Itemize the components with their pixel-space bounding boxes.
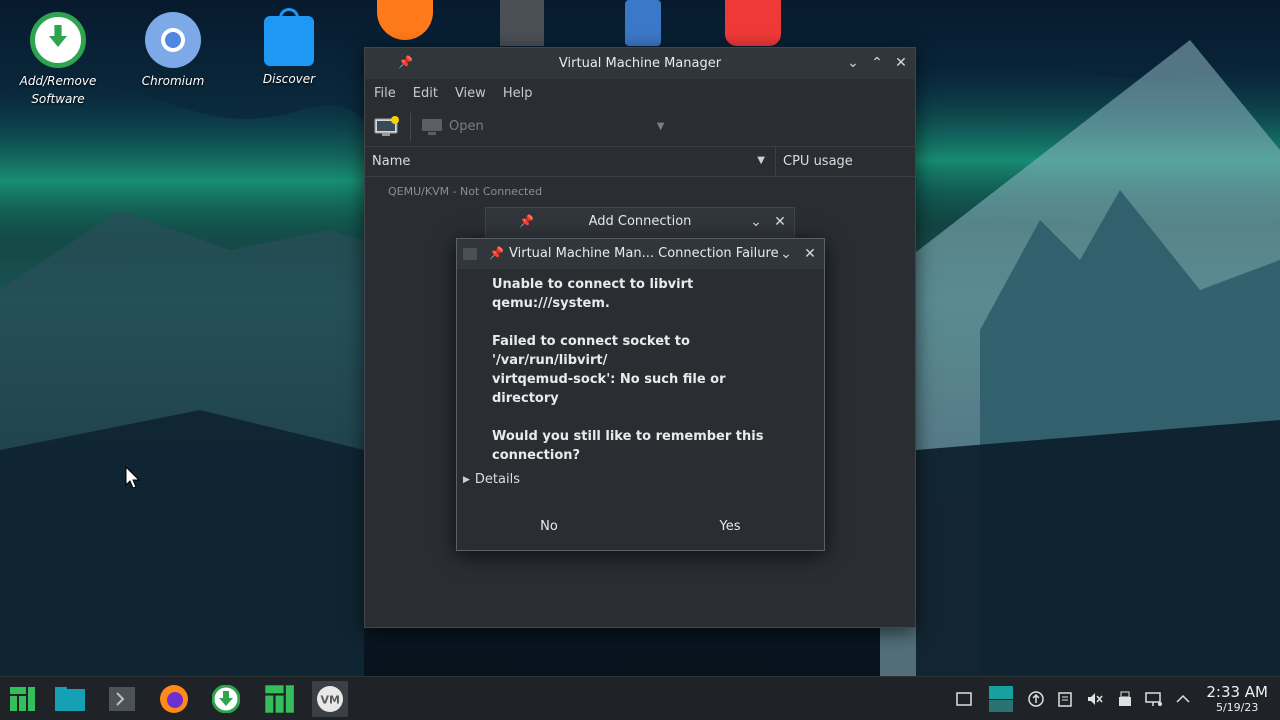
app-icon bbox=[463, 248, 477, 260]
close-button[interactable]: ✕ bbox=[799, 243, 821, 265]
new-vm-button[interactable] bbox=[374, 115, 400, 138]
add-remove-software-icon bbox=[30, 12, 86, 68]
minimize-button[interactable]: ⌄ bbox=[745, 211, 767, 233]
software-install-icon bbox=[212, 685, 240, 713]
open-button[interactable]: Open ▼ bbox=[421, 118, 664, 136]
new-vm-icon bbox=[374, 115, 399, 136]
dialog-titlebar[interactable]: 📌 Virtual Machine Man... Connection Fail… bbox=[457, 239, 824, 269]
close-button[interactable]: ✕ bbox=[769, 211, 791, 233]
taskbar-terminal[interactable] bbox=[106, 683, 138, 715]
column-cpu-usage[interactable]: CPU usage bbox=[776, 154, 853, 169]
message-line: connection? bbox=[492, 448, 581, 463]
connection-row[interactable]: QEMU/KVM - Not Connected bbox=[365, 177, 915, 198]
toolbar-separator bbox=[410, 112, 411, 141]
clock-time: 2:33 AM bbox=[1206, 683, 1268, 701]
open-dropdown-arrow-icon[interactable]: ▼ bbox=[657, 121, 665, 132]
desktop-icon-discover[interactable]: Discover bbox=[241, 0, 337, 88]
vmm-titlebar[interactable]: 📌 Virtual Machine Manager ⌄ ⌃ ✕ bbox=[365, 48, 915, 79]
folder-icon bbox=[55, 687, 85, 711]
chromium-icon bbox=[145, 12, 201, 68]
manjaro-icon bbox=[265, 685, 294, 713]
column-name[interactable]: Name ▼ bbox=[365, 154, 775, 169]
connection-failure-dialog: 📌 Virtual Machine Man... Connection Fail… bbox=[456, 238, 825, 551]
desktop-icon-label: Discover bbox=[262, 72, 316, 86]
taskbar: VM 2:33 AM 5/19/23 bbox=[0, 676, 1280, 720]
taskbar-virt-manager[interactable]: VM bbox=[312, 681, 348, 717]
desktop-icon-add-remove-software[interactable]: Add/Remove Software bbox=[10, 0, 106, 108]
vmm-title: Virtual Machine Manager bbox=[558, 56, 722, 71]
close-button[interactable]: ✕ bbox=[890, 52, 912, 74]
vm-list-header: Name ▼ CPU usage bbox=[365, 146, 915, 177]
clock-date: 5/19/23 bbox=[1215, 701, 1259, 714]
details-label: Details bbox=[474, 472, 520, 487]
manjaro-logo-icon bbox=[10, 687, 35, 711]
add-connection-window[interactable]: 📌 Add Connection ⌄ ✕ bbox=[485, 207, 795, 237]
file-desktop-icon[interactable] bbox=[500, 0, 560, 46]
menu-view[interactable]: View bbox=[455, 86, 486, 101]
usb-device-icon[interactable] bbox=[1115, 689, 1135, 709]
vivaldi-desktop-icon[interactable] bbox=[725, 0, 785, 46]
dialog-message: Unable to connect to libvirt qemu:///sys… bbox=[457, 269, 824, 465]
menu-help[interactable]: Help bbox=[503, 86, 533, 101]
message-secondary: Failed to connect socket to '/var/run/li… bbox=[492, 332, 804, 408]
chevron-up-icon[interactable] bbox=[1173, 689, 1193, 709]
yes-button[interactable]: Yes bbox=[680, 519, 780, 534]
message-question: Would you still like to remember this co… bbox=[492, 427, 804, 465]
message-line: directory bbox=[492, 391, 559, 406]
column-name-label: Name bbox=[372, 154, 411, 169]
network-icon[interactable] bbox=[1144, 689, 1164, 709]
message-line: Failed to connect socket to '/var/run/li… bbox=[492, 334, 690, 368]
dialog-title: Virtual Machine Man... Connection Failur… bbox=[509, 246, 779, 261]
minimize-button[interactable]: ⌄ bbox=[775, 243, 797, 265]
volume-muted-icon[interactable] bbox=[1085, 689, 1105, 709]
application-launcher[interactable] bbox=[6, 683, 38, 715]
firefox-icon bbox=[160, 685, 188, 713]
minimize-button[interactable]: ⌄ bbox=[842, 52, 864, 74]
discover-icon bbox=[264, 8, 314, 66]
open-label: Open bbox=[449, 119, 484, 134]
message-line: Would you still like to remember this bbox=[492, 429, 764, 444]
message-primary: Unable to connect to libvirt qemu:///sys… bbox=[492, 277, 694, 311]
desktop-icon-chromium[interactable]: Chromium bbox=[125, 0, 221, 90]
pager-icon[interactable] bbox=[988, 685, 1014, 713]
svg-text:VM: VM bbox=[321, 694, 340, 707]
taskbar-add-remove-software[interactable] bbox=[210, 683, 242, 715]
taskbar-manjaro-hello[interactable] bbox=[262, 682, 296, 716]
expand-triangle-icon: ▶ bbox=[463, 474, 470, 485]
message-line: virtqemud-sock': No such file or bbox=[492, 372, 726, 387]
taskbar-file-manager[interactable] bbox=[54, 683, 86, 715]
vmm-toolbar: Open ▼ bbox=[365, 107, 915, 147]
pin-icon[interactable]: 📌 bbox=[489, 246, 504, 260]
clock[interactable]: 2:33 AM 5/19/23 bbox=[1206, 683, 1268, 715]
terminal-icon bbox=[109, 687, 135, 711]
menu-file[interactable]: File bbox=[374, 86, 396, 101]
mouse-cursor-icon bbox=[125, 466, 141, 489]
chevron-down-icon[interactable]: ▼ bbox=[757, 155, 765, 166]
clipboard-icon[interactable] bbox=[1055, 689, 1075, 709]
details-expander[interactable]: ▶ Details bbox=[463, 472, 520, 487]
desktop-icon-label: Add/Remove bbox=[19, 74, 97, 88]
taskbar-firefox[interactable] bbox=[158, 683, 190, 715]
maximize-button[interactable]: ⌃ bbox=[866, 52, 888, 74]
virt-manager-icon: VM bbox=[317, 686, 343, 712]
editor-desktop-icon[interactable] bbox=[625, 0, 685, 46]
monitor-icon bbox=[422, 118, 442, 135]
desktop-icon-label: Chromium bbox=[141, 74, 205, 88]
no-button[interactable]: No bbox=[499, 519, 599, 534]
firefox-desktop-icon[interactable] bbox=[377, 0, 437, 46]
desktop-icon-label: Software bbox=[31, 92, 85, 106]
menu-edit[interactable]: Edit bbox=[413, 86, 438, 101]
show-desktop-icon[interactable] bbox=[954, 689, 974, 709]
update-icon[interactable] bbox=[1026, 689, 1046, 709]
menu-bar: File Edit View Help bbox=[365, 79, 915, 107]
